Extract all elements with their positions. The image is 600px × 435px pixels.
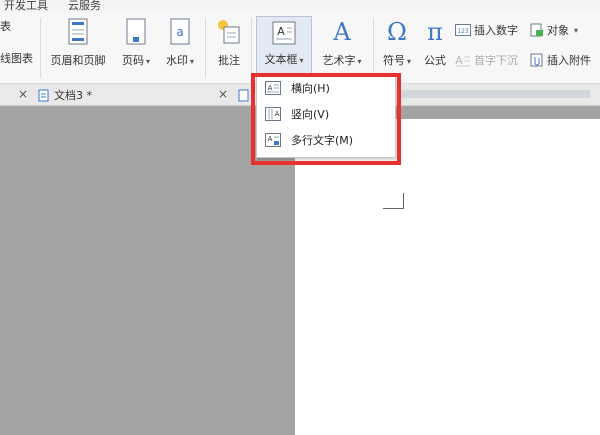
menu-item-multiline-label: 多行文字(M) (291, 134, 354, 147)
tab-cloud-service[interactable]: 云服务 (68, 0, 101, 12)
baidu-jingyan-watermark: Bai 经验 jingyan.baidu.com (479, 373, 570, 415)
chevron-down-icon: ▾ (299, 56, 304, 65)
ribbon-separator (205, 18, 206, 78)
watermark-label: 水印 (165, 54, 188, 67)
wordart-button[interactable]: A 艺术字 ▾ (317, 18, 367, 68)
svg-text:A: A (275, 110, 280, 118)
textbox-label: 文本框 (264, 53, 298, 66)
dropcap-icon: A (455, 54, 470, 67)
svg-text:a: a (176, 25, 183, 39)
svg-text:A: A (332, 18, 351, 46)
svg-text:π: π (427, 18, 443, 46)
textbox-button[interactable]: A 文本框 ▾ (256, 16, 312, 74)
chevron-down-icon: ▾ (406, 57, 411, 66)
horizontal-textbox-icon: A (265, 81, 281, 95)
textbox-dropdown-menu: A 横向(H) A 竖向(V) A 多行文字(M) (256, 73, 396, 158)
chevron-down-icon: ▾ (357, 57, 362, 66)
svg-text:A: A (268, 135, 273, 143)
document-icon (38, 89, 49, 101)
insert-attachment-button[interactable]: 插入附件 (530, 52, 591, 68)
textbox-icon: A (272, 21, 296, 45)
chevron-down-icon: ▾ (574, 25, 579, 35)
tab-developer-tools[interactable]: 开发工具 (4, 0, 48, 12)
svg-text:Ω: Ω (387, 18, 407, 46)
formula-label: 公式 (424, 54, 446, 67)
object-label: 对象 (547, 24, 569, 37)
svg-text:123: 123 (457, 28, 469, 35)
chart-button-label: 线图表 (0, 52, 33, 65)
chart-button-label-top: 表 (0, 20, 11, 33)
comment-button[interactable]: 批注 (212, 18, 246, 68)
watermark-icon: a (170, 18, 190, 45)
chevron-down-icon: ▾ (145, 57, 150, 66)
watermark-text: Bai 经验 (479, 379, 570, 404)
symbol-button[interactable]: Ω 符号 ▾ (378, 18, 416, 68)
document-tab[interactable]: 文档3 * (38, 87, 92, 103)
svg-text:A: A (277, 25, 285, 38)
page-number-icon (126, 18, 146, 45)
header-footer-label: 页眉和页脚 (50, 54, 106, 67)
watermark-button[interactable]: a 水印 ▾ (160, 18, 200, 68)
ribbon-separator (251, 18, 252, 78)
dropcap-label: 首字下沉 (474, 54, 518, 67)
pi-icon: π (427, 18, 443, 46)
menu-item-horizontal[interactable]: A 横向(H) (265, 78, 330, 98)
page-number-label: 页码 (121, 54, 144, 67)
number-icon: 123 (455, 24, 471, 36)
wordart-label: 艺术字 (322, 54, 356, 67)
dropcap-button[interactable]: A 首字下沉 (455, 52, 518, 68)
close-icon[interactable]: × (18, 87, 28, 101)
object-icon (530, 23, 543, 37)
omega-icon: Ω (387, 18, 407, 46)
menu-item-vertical[interactable]: A 竖向(V) (265, 104, 329, 124)
chevron-down-icon: ▾ (189, 57, 194, 66)
header-footer-button[interactable]: 页眉和页脚 (47, 18, 109, 68)
ribbon-separator (373, 18, 374, 78)
symbol-label: 符号 (382, 54, 405, 67)
margin-corner-mark (403, 193, 404, 209)
insert-number-button[interactable]: 123 插入数字 (455, 22, 518, 38)
insert-number-label: 插入数字 (474, 24, 518, 37)
comment-label: 批注 (218, 54, 240, 67)
ribbon-separator (40, 18, 41, 78)
menu-tab-strip: 开发工具 云服务 (0, 0, 600, 12)
menu-item-horizontal-label: 横向(H) (291, 82, 330, 95)
chart-button[interactable]: 表 线图表 (0, 18, 34, 66)
object-button[interactable]: 对象 ▾ (530, 22, 578, 38)
menu-item-multiline[interactable]: A 多行文字(M) (265, 130, 353, 150)
svg-text:A: A (268, 84, 273, 92)
margin-corner-mark (383, 208, 404, 209)
insert-attachment-label: 插入附件 (547, 54, 591, 67)
blurred-tab-region (400, 90, 590, 98)
formula-button[interactable]: π 公式 (418, 18, 452, 68)
svg-text:A: A (455, 54, 463, 67)
vertical-textbox-icon: A (265, 107, 281, 121)
document-tab-label: 文档3 * (54, 89, 92, 102)
multiline-textbox-icon: A (265, 133, 281, 147)
menu-item-vertical-label: 竖向(V) (291, 108, 330, 121)
watermark-url: jingyan.baidu.com (486, 405, 570, 415)
page-number-button[interactable]: 页码 ▾ (116, 18, 156, 68)
close-icon[interactable]: × (218, 87, 228, 101)
wordart-icon: A (332, 18, 351, 46)
header-footer-icon (68, 18, 88, 45)
attachment-icon (530, 53, 543, 67)
comment-icon (218, 20, 240, 44)
document-icon[interactable] (238, 89, 250, 102)
